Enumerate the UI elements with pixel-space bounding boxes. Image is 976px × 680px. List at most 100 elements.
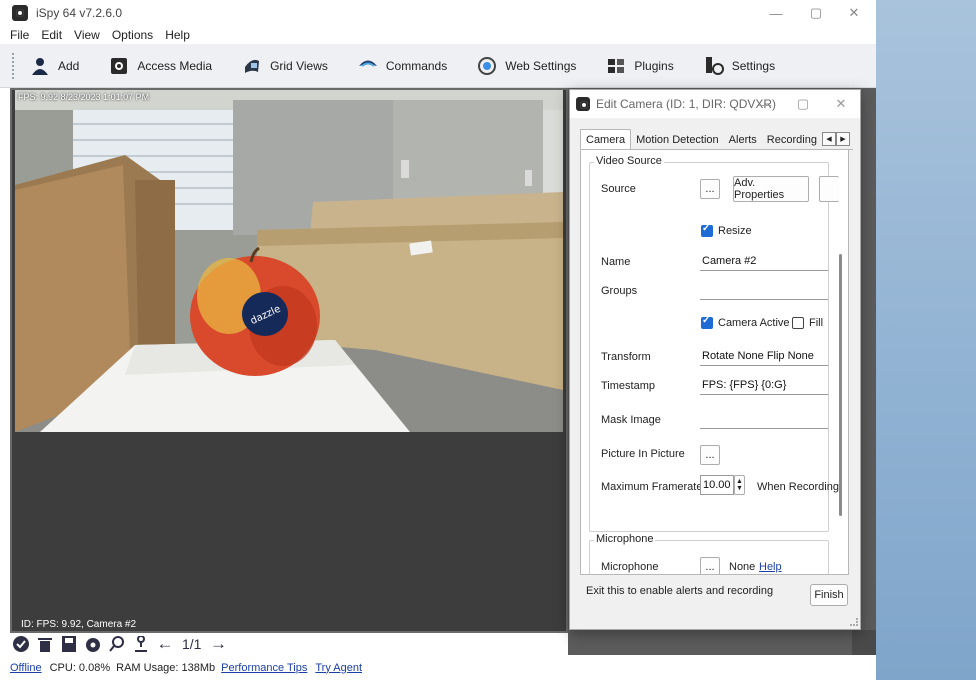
microphone-label: Microphone xyxy=(601,561,659,573)
camera-active-checkbox[interactable] xyxy=(701,315,713,329)
check-icon[interactable] xyxy=(12,635,30,653)
picture-in-picture-label: Picture In Picture xyxy=(601,448,685,460)
toolbar-grip[interactable] xyxy=(12,52,16,79)
fill-label: Fill xyxy=(809,317,824,329)
add-person-icon xyxy=(32,57,48,75)
try-agent-link[interactable]: Try Agent xyxy=(315,662,362,674)
mask-image-label: Mask Image xyxy=(601,414,661,426)
search-icon[interactable] xyxy=(108,635,126,653)
menu-file[interactable]: File xyxy=(10,28,29,42)
person-icon[interactable] xyxy=(132,635,150,653)
microphone-value: None xyxy=(729,561,756,573)
restore-button[interactable]: ▢ xyxy=(796,0,836,26)
add-label: Add xyxy=(58,58,80,73)
grid-views-label: Grid Views xyxy=(270,58,328,73)
menu-options[interactable]: Options xyxy=(112,28,153,42)
access-media-button[interactable]: Access Media xyxy=(109,51,212,81)
plugins-icon xyxy=(608,58,625,73)
tab-alerts[interactable]: Alerts xyxy=(723,131,762,150)
dialog-minimize-button[interactable]: — xyxy=(750,90,780,118)
dialog-maximize-button[interactable]: ▢ xyxy=(788,90,818,118)
web-settings-label: Web Settings xyxy=(505,58,577,73)
spin-up-icon[interactable]: ▲ xyxy=(736,478,743,485)
menu-view[interactable]: View xyxy=(74,28,100,42)
finish-button[interactable]: Finish xyxy=(810,584,848,606)
web-settings-icon xyxy=(478,56,497,75)
main-toolbar: Add Access Media Grid Views Commands Web xyxy=(0,44,876,88)
settings-label: Settings xyxy=(731,58,776,73)
minimize-button[interactable]: — xyxy=(756,0,796,26)
microphone-help-link[interactable]: Help xyxy=(759,561,782,573)
save-icon[interactable] xyxy=(60,635,78,653)
tab-motion-detection[interactable]: Motion Detection xyxy=(631,131,724,150)
title-bar: iSpy 64 v7.2.6.0 — ▢ ✕ xyxy=(0,0,876,26)
fill-checkbox[interactable] xyxy=(792,317,804,329)
tab-camera[interactable]: Camera xyxy=(580,129,632,150)
performance-tips-link[interactable]: Performance Tips xyxy=(221,662,307,674)
settings-button[interactable]: Settings xyxy=(704,51,775,81)
groups-label: Groups xyxy=(601,285,638,297)
adv-properties-button[interactable]: Adv. Properties xyxy=(733,176,809,202)
dialog-logo-icon xyxy=(576,97,590,111)
menu-edit[interactable]: Edit xyxy=(41,28,62,42)
camera-id-overlay: ID: FPS: 9.92, Camera #2 xyxy=(21,619,137,630)
fps-timestamp-overlay: FPS: 9.92 8/23/2023 1:01:07 PM xyxy=(18,92,150,102)
extra-button[interactable] xyxy=(819,176,839,202)
framerate-spinner[interactable]: ▲ ▼ xyxy=(734,475,745,495)
when-recording-label: When Recording xyxy=(757,481,839,493)
camera-controls-bar: ← 1/1 → xyxy=(10,633,568,655)
desktop-background xyxy=(876,0,976,680)
record-icon[interactable] xyxy=(84,635,102,653)
source-label: Source xyxy=(601,183,636,195)
next-page-icon[interactable]: → xyxy=(209,634,227,653)
dialog-resize-grip[interactable] xyxy=(850,618,858,626)
camera-active-label: Camera Active xyxy=(718,317,790,329)
source-browse-button[interactable]: ... xyxy=(700,179,720,199)
dialog-close-button[interactable]: ✕ xyxy=(826,90,856,118)
microphone-browse-button[interactable]: ... xyxy=(700,557,720,574)
web-settings-button[interactable]: Web Settings xyxy=(477,51,576,81)
cpu-usage: CPU: 0.08% xyxy=(49,661,111,674)
access-media-label: Access Media xyxy=(137,58,213,73)
tab-scroll-right-icon[interactable]: ▶ xyxy=(836,132,850,146)
commands-button[interactable]: Commands xyxy=(358,51,447,81)
camera-tab-panel: Video Source Source ... Adv. Properties … xyxy=(580,149,849,575)
mask-image-field[interactable] xyxy=(700,409,828,429)
microphone-group-label: Microphone xyxy=(594,533,656,545)
commands-label: Commands xyxy=(385,58,448,73)
backdrop-corner xyxy=(852,630,876,655)
commands-icon xyxy=(358,60,377,67)
grid-views-button[interactable]: Grid Views xyxy=(242,51,328,81)
plugins-button[interactable]: Plugins xyxy=(606,51,674,81)
transform-field[interactable]: Rotate None Flip None xyxy=(700,346,828,366)
groups-field[interactable] xyxy=(700,280,828,300)
close-button[interactable]: ✕ xyxy=(834,0,874,26)
dialog-tabs: Camera Motion Detection Alerts Recording… xyxy=(580,129,853,150)
resize-label: Resize xyxy=(718,225,752,237)
menu-help[interactable]: Help xyxy=(165,28,190,42)
max-framerate-field[interactable]: 10.00 xyxy=(700,475,734,495)
window-title: iSpy 64 v7.2.6.0 xyxy=(36,6,123,20)
trash-icon[interactable] xyxy=(36,635,54,653)
camera-feed[interactable]: dazzle xyxy=(15,90,563,432)
media-icon xyxy=(111,57,128,74)
add-button[interactable]: Add xyxy=(30,51,79,81)
edit-camera-dialog: Edit Camera (ID: 1, DIR: QDVXR) — ▢ ✕ Ca… xyxy=(569,89,861,630)
timestamp-field[interactable]: FPS: {FPS} {0:G} xyxy=(700,375,828,395)
settings-icon xyxy=(705,56,724,75)
tab-scroll-buttons: ◀ ▶ xyxy=(822,132,850,146)
timestamp-label: Timestamp xyxy=(601,380,655,392)
panel-scrollbar[interactable] xyxy=(839,254,842,516)
resize-checkbox[interactable] xyxy=(701,223,713,237)
offline-link[interactable]: Offline xyxy=(10,662,42,674)
previous-page-icon[interactable]: ← xyxy=(156,634,174,653)
picture-in-picture-button[interactable]: ... xyxy=(700,445,720,465)
tab-scroll-left-icon[interactable]: ◀ xyxy=(822,132,836,146)
transform-label: Transform xyxy=(601,351,651,363)
spin-down-icon[interactable]: ▼ xyxy=(736,485,743,492)
plugins-label: Plugins xyxy=(634,58,674,73)
dialog-footer-text: Exit this to enable alerts and recording xyxy=(586,585,774,597)
name-field[interactable]: Camera #2 xyxy=(700,251,828,271)
tab-recording[interactable]: Recording xyxy=(761,131,822,150)
dialog-title-bar: Edit Camera (ID: 1, DIR: QDVXR) — ▢ ✕ xyxy=(570,90,860,118)
